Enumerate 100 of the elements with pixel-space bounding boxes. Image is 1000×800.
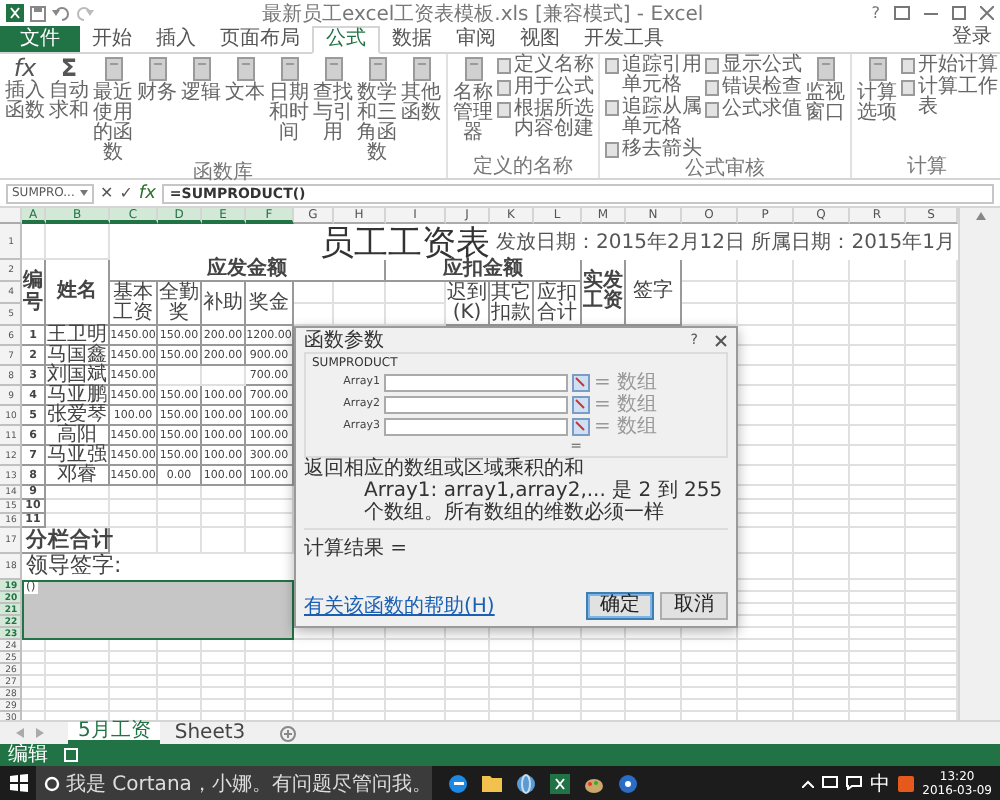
ribbon-button[interactable]: 开始计算 (900, 56, 998, 76)
search-field[interactable]: 我是 Cortana，小娜。有问题尽管问我。 (36, 766, 432, 800)
group-label: 计算 (905, 158, 949, 178)
ribbon-button[interactable]: 名称管理器 (452, 56, 494, 158)
table-cell: 分栏合计 (22, 528, 110, 554)
excel-icon (550, 773, 570, 793)
table-cell: 马亚鹏 (46, 386, 110, 406)
message-icon (846, 776, 863, 790)
network-icon (822, 776, 839, 790)
ribbon-tab[interactable]: 数据 (380, 26, 444, 52)
ribbon-button[interactable]: 错误检查 (704, 78, 802, 98)
ribbon-button[interactable]: 财务 (136, 56, 178, 164)
group-label: 定义的名称 (471, 158, 575, 178)
ribbon-button[interactable]: 计算选项 (856, 56, 898, 158)
ribbon-tab[interactable]: 开始 (80, 26, 144, 52)
ribbon-button[interactable]: 计算工作表 (900, 78, 998, 118)
select-all-corner[interactable] (0, 208, 22, 224)
ribbon-button[interactable]: 数学和三角函数 (356, 56, 398, 164)
ribbon-button[interactable]: 根据所选内容创建 (496, 100, 594, 140)
result-label: 计算结果 = (304, 535, 410, 562)
windows-icon (9, 774, 27, 792)
maximize-icon (952, 6, 966, 20)
ribbon-button[interactable]: 追踪从属单元格 (604, 98, 702, 138)
ribbon-tab[interactable]: 公式 (312, 26, 380, 54)
enter-button[interactable]: ✓ (119, 184, 133, 202)
input-method[interactable]: 中 (870, 769, 891, 797)
argument-value: = 数组 (594, 414, 658, 440)
table-header: 奖金 (246, 282, 294, 326)
table-cell: 高阳 (46, 426, 110, 446)
table-header: 补助 (202, 282, 246, 326)
cancel-button[interactable]: ✕ (100, 184, 114, 202)
ribbon-button[interactable]: 其他函数 (400, 56, 442, 164)
globe-icon (516, 773, 536, 793)
help-link[interactable]: 有关该函数的帮助(H) (304, 592, 580, 620)
input-field[interactable] (384, 395, 568, 413)
group-label: 函数库 (191, 164, 255, 184)
table-header: 应扣金额 (386, 260, 582, 282)
ribbon-button[interactable]: 用于公式 (496, 78, 594, 98)
insert-function-button[interactable]: fx (138, 183, 156, 203)
add-sheet-icon (279, 725, 296, 741)
argument-value: = 数组 (594, 392, 658, 416)
table-cell: 领导签字: (22, 554, 294, 580)
select-range-icon[interactable] (572, 373, 590, 391)
select-range-icon[interactable] (572, 395, 590, 413)
ribbon-button[interactable]: 监视窗口 (804, 56, 846, 160)
cancel-button[interactable]: 取消 (660, 592, 728, 620)
table-cell: 刘国斌 (46, 366, 110, 386)
ribbon-tab[interactable]: 文件 (0, 26, 80, 52)
close-icon[interactable] (714, 333, 728, 347)
ribbon-button[interactable]: 公式求值 (704, 100, 802, 120)
ribbon-button[interactable]: 移去箭头 (604, 140, 702, 160)
table-cell: 发放日期：2015年2月12日 所属日期：2015年1月 (490, 224, 958, 260)
table-header: 签字 (626, 260, 682, 326)
table-header: 实发工资 (582, 260, 626, 326)
undo-icon (52, 5, 70, 21)
chevron-up-icon (802, 779, 815, 787)
document-icon (604, 58, 620, 74)
group-label: 公式审核 (683, 160, 767, 180)
table-cell: 邓睿 (46, 466, 110, 486)
sheet-tab[interactable]: Sheet3 (164, 722, 256, 744)
scroll-up-icon[interactable] (975, 212, 985, 220)
table-cell: 马亚强 (46, 446, 110, 466)
ribbon-tab[interactable]: 视图 (508, 26, 572, 52)
input-field[interactable] (384, 417, 568, 435)
close-icon (980, 6, 994, 20)
window-title: 最新员工excel工资表模板.xls [兼容模式] - Excel (260, 1, 706, 27)
shield-icon (898, 775, 915, 791)
table-cell: 王卫明 (46, 326, 110, 346)
ribbon-button[interactable]: 显示公式 (704, 56, 802, 76)
argument-value: = 数组 (594, 370, 658, 394)
folder-icon (482, 774, 502, 792)
sheet-tab[interactable]: 5月工资 (68, 722, 161, 744)
ribbon-tab[interactable]: 页面布局 (208, 26, 312, 52)
ribbon-button[interactable]: 追踪引用单元格 (604, 56, 702, 96)
select-range-icon[interactable] (572, 417, 590, 435)
ribbon-button[interactable]: fx 插入函数 (4, 56, 46, 164)
input-field[interactable] (384, 373, 568, 391)
arrow-left-icon (16, 728, 24, 738)
ribbon-button[interactable]: 日期和时间 (268, 56, 310, 164)
ribbon-button[interactable]: 文本 (224, 56, 266, 164)
save-icon (30, 5, 46, 21)
ribbon-tab[interactable]: 插入 (144, 26, 208, 52)
table-header: 应扣合计 (534, 282, 582, 326)
ribbon-button[interactable]: 定义名称 (496, 56, 594, 76)
sign-in-link[interactable]: 登录 (952, 26, 1000, 52)
ribbon-button[interactable]: 逻辑 (180, 56, 222, 164)
ribbon-button[interactable]: 最近使用的函数 (92, 56, 134, 164)
status-mode: 编辑 (8, 745, 48, 765)
table-header: 应发金额 (110, 260, 386, 282)
dialog-title: 函数参数 (304, 327, 386, 354)
ok-button[interactable]: 确定 (586, 592, 654, 620)
table-header: 编号 (23, 270, 43, 314)
ribbon-button[interactable]: 查找与引用 (312, 56, 354, 164)
ribbon-tab[interactable]: 开发工具 (572, 26, 676, 52)
table-header: 基本工资 (110, 282, 158, 326)
help-button[interactable]: ? (871, 4, 880, 22)
ribbon-button[interactable]: Σ 自动求和 (48, 56, 90, 164)
ribbon-tab[interactable]: 审阅 (444, 26, 508, 52)
restore-icon (894, 6, 910, 20)
redo-icon (76, 5, 94, 21)
